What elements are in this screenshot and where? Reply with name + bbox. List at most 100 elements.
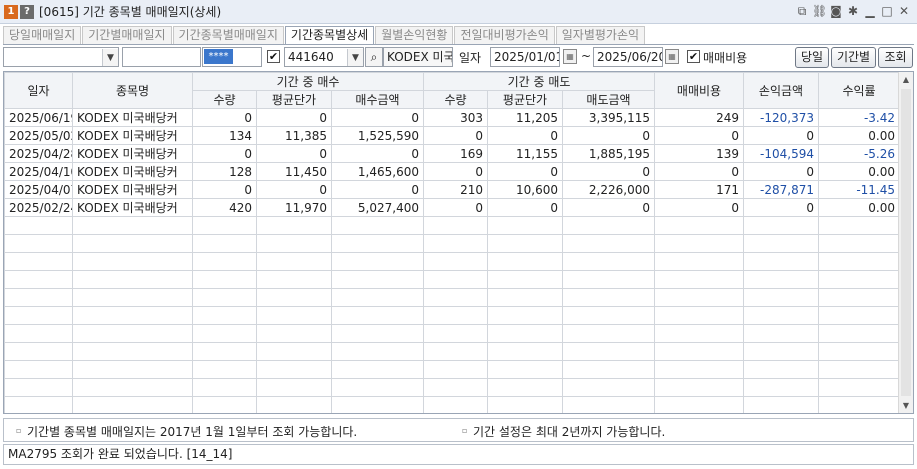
today-button[interactable]: 당일 (795, 47, 829, 68)
tab-period-stock-detail[interactable]: 기간종목별상세 (284, 26, 375, 45)
chevron-down-icon[interactable]: ▼ (347, 49, 363, 66)
tab-daily-journal[interactable]: 당일매매일지 (3, 26, 82, 45)
chevron-down-icon[interactable]: ▼ (102, 49, 118, 66)
header-buy-group: 기간 중 매수 (192, 72, 424, 91)
stock-code-input[interactable]: 441640 ▼ (284, 47, 364, 67)
cell-buy-avg: 11,450 (256, 162, 332, 181)
note-start-date: 기간별 종목별 매매일지는 2017년 1월 1일부터 조회 가능합니다. (27, 425, 358, 439)
maximize-icon[interactable]: □ (880, 4, 894, 18)
search-controls: ▼ **** ✔ 441640 ▼ ⌕ KODEX 미국 일자 2025/01/… (3, 47, 914, 69)
cell-stock-name: KODEX 미국배당커 (72, 198, 193, 217)
header-buy-amt[interactable]: 매수금액 (331, 90, 424, 109)
account-select[interactable]: ▼ (3, 47, 119, 67)
stock-code-value: 441640 (288, 50, 334, 64)
copy-icon[interactable]: ⧉ (795, 4, 809, 18)
empty-row (4, 324, 900, 343)
calendar-icon[interactable]: ▦ (563, 49, 577, 64)
fee-label: 매매비용 (703, 51, 748, 65)
cell-buy-amt: 0 (331, 108, 424, 127)
table-row[interactable]: 2025/06/19 KODEX 미국배당커 0 0 0 303 11,205 … (4, 108, 900, 127)
tab-monthly-pnl[interactable]: 월별손익현황 (375, 26, 454, 45)
period-button[interactable]: 기간별 (831, 47, 876, 68)
empty-row (4, 270, 900, 289)
window-title: [0615] 기간 종목별 매매일지(상세) (39, 5, 222, 19)
cell-sell-amt: 3,395,115 (562, 108, 655, 127)
tab-daily-valuation[interactable]: 일자별평가손익 (555, 26, 646, 45)
cell-fee: 0 (654, 126, 744, 145)
cell-sell-qty: 0 (423, 126, 488, 145)
table-row[interactable]: 2025/05/02 KODEX 미국배당커 134 11,385 1,525,… (4, 126, 900, 145)
table-row[interactable]: 2025/04/10 KODEX 미국배당커 128 11,450 1,465,… (4, 162, 900, 181)
calendar-icon[interactable]: ▦ (665, 49, 679, 64)
date-label: 일자 (459, 51, 482, 65)
cell-sell-qty: 0 (423, 198, 488, 217)
scroll-thumb[interactable] (901, 89, 911, 396)
date-to-input[interactable]: 2025/06/20 (593, 47, 663, 67)
header-sell-qty[interactable]: 수량 (423, 90, 488, 109)
cell-buy-qty: 0 (192, 108, 257, 127)
date-from-input[interactable]: 2025/01/01 (490, 47, 560, 67)
cell-stock-name: KODEX 미국배당커 (72, 126, 193, 145)
cell-buy-amt: 1,525,590 (331, 126, 424, 145)
link-icon[interactable]: ⛓ (812, 4, 827, 18)
empty-row (4, 288, 900, 307)
cell-rate: -3.42 (818, 108, 900, 127)
header-pnl[interactable]: 손익금액 (743, 72, 819, 109)
cell-rate: 0.00 (818, 126, 900, 145)
cell-stock-name: KODEX 미국배당커 (72, 162, 193, 181)
search-button[interactable]: 조회 (878, 47, 913, 68)
cell-sell-avg: 11,155 (487, 144, 563, 163)
header-stock-name[interactable]: 종목명 (72, 72, 193, 109)
stock-name-value: KODEX 미국 (387, 50, 453, 64)
header-rate[interactable]: 수익률 (818, 72, 900, 109)
header-fee[interactable]: 매매비용 (654, 72, 744, 109)
fee-checkbox[interactable]: ✔ (687, 50, 700, 63)
cell-sell-qty: 169 (423, 144, 488, 163)
header-buy-qty[interactable]: 수량 (192, 90, 257, 109)
vertical-scrollbar[interactable]: ▲ ▼ (898, 72, 913, 413)
table-row[interactable]: 2025/02/24 KODEX 미국배당커 420 11,970 5,027,… (4, 198, 900, 217)
cell-buy-qty: 134 (192, 126, 257, 145)
cell-sell-qty: 303 (423, 108, 488, 127)
cell-date: 2025/02/24 (4, 198, 73, 217)
cell-pnl: 0 (743, 162, 819, 181)
date-from-value: 2025/01/01 (494, 50, 560, 64)
header-buy-avg[interactable]: 평균단가 (256, 90, 332, 109)
password-mask: **** (204, 49, 233, 64)
cell-stock-name: KODEX 미국배당커 (72, 180, 193, 199)
tab-divider (3, 44, 914, 45)
help-icon[interactable]: ? (20, 4, 34, 19)
date-to-value: 2025/06/20 (597, 50, 663, 64)
screen-number-badge[interactable]: 1 (4, 4, 18, 19)
cell-buy-avg: 0 (256, 180, 332, 199)
tab-bar: 당일매매일지 기간별매매일지 기간종목별매매일지 기간종목별상세 월별손익현황 … (3, 26, 646, 45)
cell-buy-amt: 1,465,600 (331, 162, 424, 181)
gear-icon[interactable]: ✱ (846, 4, 860, 18)
table-row[interactable]: 2025/04/28 KODEX 미국배당커 0 0 0 169 11,155 … (4, 144, 900, 163)
header-sell-avg[interactable]: 평균단가 (487, 90, 563, 109)
table-row[interactable]: 2025/04/07 KODEX 미국배당커 0 0 0 210 10,600 … (4, 180, 900, 199)
tab-prev-day-valuation[interactable]: 전일대비평가손익 (454, 26, 555, 45)
minimize-icon[interactable]: ▁ (863, 4, 877, 18)
cell-date: 2025/04/10 (4, 162, 73, 181)
cell-stock-name: KODEX 미국배당커 (72, 108, 193, 127)
cell-date: 2025/05/02 (4, 126, 73, 145)
cell-sell-avg: 0 (487, 162, 563, 181)
cell-pnl: -104,594 (743, 144, 819, 163)
scroll-up-icon[interactable]: ▲ (899, 72, 913, 87)
camera-icon[interactable]: ◙ (829, 4, 843, 18)
cell-pnl: -120,373 (743, 108, 819, 127)
tab-period-stock-journal[interactable]: 기간종목별매매일지 (172, 26, 284, 45)
close-icon[interactable]: ✕ (897, 4, 911, 18)
scroll-down-icon[interactable]: ▼ (899, 398, 913, 413)
window-controls: ⧉ ⛓ ◙ ✱ ▁ □ ✕ (795, 4, 911, 18)
empty-row (4, 342, 900, 361)
cell-rate: 0.00 (818, 162, 900, 181)
cell-date: 2025/04/28 (4, 144, 73, 163)
header-sell-amt[interactable]: 매도금액 (562, 90, 655, 109)
header-date[interactable]: 일자 (4, 72, 73, 109)
code-checkbox[interactable]: ✔ (267, 50, 280, 63)
tab-period-journal[interactable]: 기간별매매일지 (82, 26, 172, 45)
cell-buy-qty: 0 (192, 144, 257, 163)
search-icon[interactable]: ⌕ (365, 47, 383, 67)
